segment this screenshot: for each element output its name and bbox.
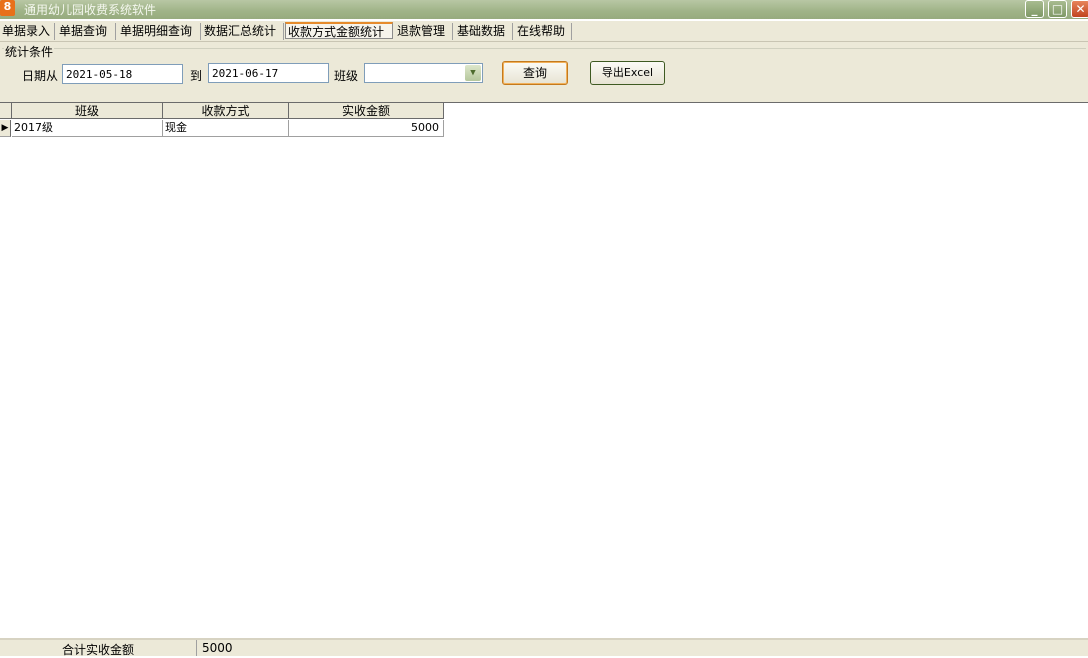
stats-grid: 班级 收款方式 实收金额 ▶ 2017级 现金 5000 <box>0 102 1088 639</box>
window-title: 通用幼儿园收费系统软件 <box>24 3 157 17</box>
tab-receipt-entry[interactable]: 单据录入 <box>0 23 55 40</box>
tab-basic-data[interactable]: 基础数据 <box>455 23 513 40</box>
filter-group-title: 统计条件 <box>4 43 55 60</box>
tab-bar: 单据录入 单据查询 单据明细查询 数据汇总统计 收款方式金额统计 退款管理 基础… <box>0 21 1088 41</box>
tab-payment-method-stats[interactable]: 收款方式金额统计 <box>285 22 393 39</box>
tab-online-help[interactable]: 在线帮助 <box>515 23 572 40</box>
total-amount-label: 合计实收金额 <box>62 643 135 657</box>
class-label: 班级 <box>334 69 359 83</box>
chevron-down-icon[interactable]: ▼ <box>465 65 481 81</box>
grid-corner <box>0 103 12 119</box>
export-excel-button[interactable]: 导出Excel <box>590 61 665 85</box>
cell-class[interactable]: 2017级 <box>12 120 163 137</box>
minimize-button[interactable]: _ <box>1025 0 1044 18</box>
tab-receipt-query[interactable]: 单据查询 <box>57 23 116 40</box>
total-amount-value: 5000 <box>202 641 233 655</box>
total-footer: 合计实收金额 5000 <box>0 638 1088 657</box>
query-button[interactable]: 查询 <box>502 61 568 85</box>
column-header-payment-method[interactable]: 收款方式 <box>163 103 289 119</box>
title-bar: 8 通用幼儿园收费系统软件 _ □ ✕ <box>0 0 1088 19</box>
date-from-field[interactable]: 2021-05-18 <box>62 64 183 84</box>
class-select[interactable]: ▼ <box>364 63 483 83</box>
column-header-amount[interactable]: 实收金额 <box>289 103 444 119</box>
cell-amount[interactable]: 5000 <box>289 120 444 137</box>
tab-receipt-detail-query[interactable]: 单据明细查询 <box>118 23 201 40</box>
column-header-class[interactable]: 班级 <box>12 103 163 119</box>
row-selector-icon[interactable]: ▶ <box>0 120 11 137</box>
cell-payment-method[interactable]: 现金 <box>163 120 289 137</box>
date-from-label: 日期从 <box>22 69 59 83</box>
tab-summary-stats[interactable]: 数据汇总统计 <box>202 23 284 40</box>
tab-refund-management[interactable]: 退款管理 <box>395 23 453 40</box>
app-icon: 8 <box>0 0 15 16</box>
maximize-button[interactable]: □ <box>1048 0 1067 18</box>
filter-panel: 统计条件 日期从 2021-05-18 到 2021-06-17 班级 ▼ 查询… <box>0 41 1088 102</box>
date-to-label: 到 <box>190 69 203 83</box>
close-button[interactable]: ✕ <box>1071 0 1088 18</box>
date-to-field[interactable]: 2021-06-17 <box>208 63 329 83</box>
